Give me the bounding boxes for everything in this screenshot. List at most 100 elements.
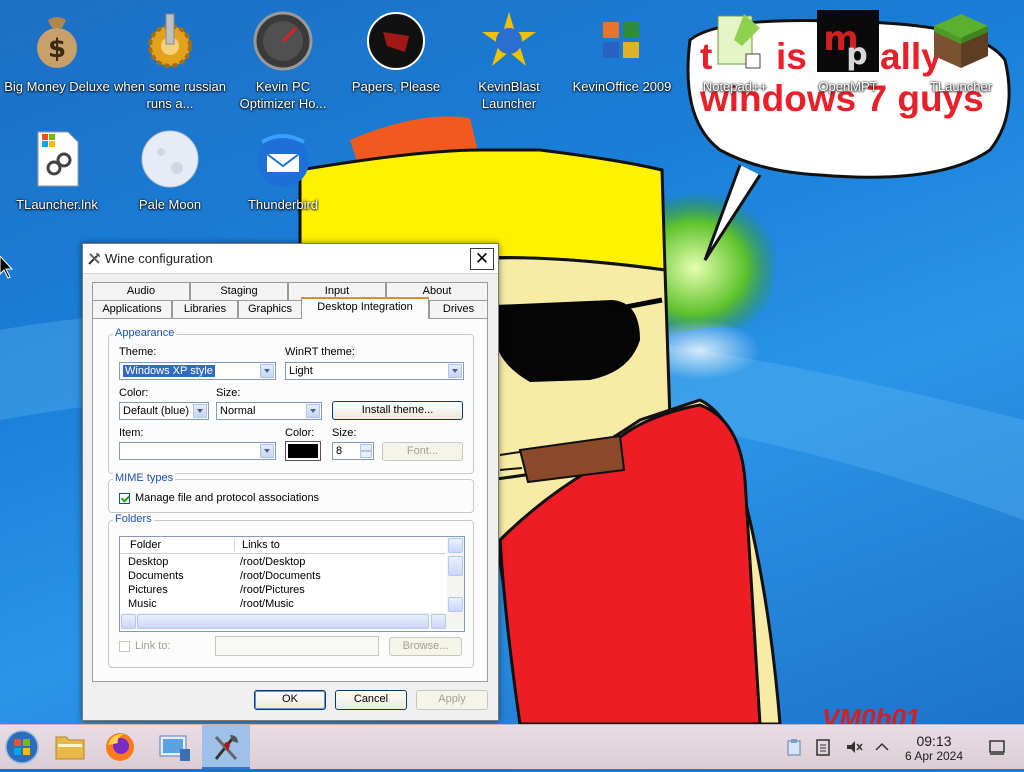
desktop-icon-thunderbird[interactable]: Thunderbird xyxy=(227,128,339,213)
column-header-folder[interactable]: Folder xyxy=(130,539,161,551)
table-row[interactable]: Desktop /root/Desktop xyxy=(120,556,446,570)
chevron-up-icon[interactable] xyxy=(873,738,891,756)
tab-audio[interactable]: Audio xyxy=(92,282,190,300)
clipboard-icon[interactable] xyxy=(785,738,803,756)
tab-drives[interactable]: Drives xyxy=(429,300,488,318)
scroll-thumb-horizontal[interactable] xyxy=(137,614,429,629)
tab-desktop-integration[interactable]: Desktop Integration xyxy=(301,297,429,319)
scroll-up-icon[interactable] xyxy=(448,538,463,553)
chevron-down-icon[interactable] xyxy=(306,404,320,418)
listview-header: Folder Links to xyxy=(120,537,446,554)
thunderbird-icon xyxy=(252,128,314,190)
link-to-checkbox[interactable] xyxy=(119,641,130,652)
desktop-icon-openmpt[interactable]: mp OpenMPT xyxy=(792,10,904,95)
show-desktop-icon[interactable] xyxy=(988,738,1006,756)
column-header-links-to[interactable]: Links to xyxy=(242,539,280,551)
desktop-icon-big-money-deluxe[interactable]: $ Big Money Deluxe xyxy=(1,10,113,95)
chevron-down-icon[interactable] xyxy=(260,444,274,458)
desktop-icon-tlauncher[interactable]: TLauncher xyxy=(905,10,1017,95)
horizontal-scrollbar[interactable] xyxy=(120,613,464,629)
chevron-down-icon[interactable] xyxy=(260,364,274,378)
close-button[interactable]: ✕ xyxy=(470,248,494,270)
openmpt-icon: mp xyxy=(817,10,879,72)
apply-button[interactable]: Apply xyxy=(416,690,488,710)
desktop-icon-russian-app[interactable]: when some russian runs a... xyxy=(114,10,226,112)
scroll-left-icon[interactable] xyxy=(121,614,136,629)
winrt-theme-value: Light xyxy=(289,365,313,377)
item-size-label: Size: xyxy=(332,427,357,439)
column-divider xyxy=(234,539,235,551)
theme-combobox[interactable]: Windows XP style xyxy=(119,362,276,380)
item-combobox[interactable] xyxy=(119,442,276,460)
desktop-icon-tlauncher-lnk[interactable]: TLauncher.lnk xyxy=(1,128,113,213)
folders-listview[interactable]: Folder Links to Desktop /root/Desktop Do… xyxy=(119,536,465,632)
tab-libraries[interactable]: Libraries xyxy=(172,300,238,318)
settings-icon xyxy=(159,735,190,761)
desktop-icon-label: Notepad++ xyxy=(702,79,768,94)
color-label: Color: xyxy=(119,387,149,399)
folders-group-title: Folders xyxy=(113,513,154,525)
desktop-icon-label: Pale Moon xyxy=(138,197,202,212)
tab-staging[interactable]: Staging xyxy=(190,282,288,300)
browse-button[interactable]: Browse... xyxy=(389,637,462,656)
link-cell: /root/Desktop xyxy=(240,556,306,568)
spin-up-icon[interactable] xyxy=(360,444,372,451)
chevron-down-icon[interactable] xyxy=(193,404,207,418)
start-button[interactable] xyxy=(0,725,44,769)
taskbar-clock[interactable]: 09:13 6 Apr 2024 xyxy=(898,733,970,763)
volume-muted-icon[interactable] xyxy=(845,738,863,756)
desktop-icon-notepadpp[interactable]: Notepad++ xyxy=(679,10,791,95)
item-color-label: Color: xyxy=(285,427,315,439)
tab-graphics[interactable]: Graphics xyxy=(238,300,302,318)
item-size-spinbox[interactable]: 8 xyxy=(332,442,374,460)
desktop-icon-kevinblast[interactable]: KevinBlast Launcher xyxy=(453,10,565,112)
desktop-icon-kevinoffice[interactable]: KevinOffice 2009 xyxy=(566,10,678,95)
desktop-icon-label: OpenMPT xyxy=(818,79,878,94)
appearance-group-title: Appearance xyxy=(113,327,177,339)
taskbar: 09:13 6 Apr 2024 xyxy=(0,724,1024,769)
vertical-scrollbar[interactable] xyxy=(447,537,464,613)
desktop-icon-label: Big Money Deluxe xyxy=(4,79,110,94)
window-titlebar[interactable]: Wine configuration ✕ xyxy=(83,244,498,274)
folder-cell: Pictures xyxy=(128,584,168,596)
size-combobox[interactable]: Normal xyxy=(216,402,322,420)
desktop-icon-label: Kevin PC Optimizer Ho... xyxy=(239,79,327,111)
item-color-button[interactable] xyxy=(285,441,321,461)
taskbar-firefox[interactable] xyxy=(98,725,142,769)
link-to-label: Link to: xyxy=(135,640,171,652)
table-row[interactable]: Music /root/Music xyxy=(120,598,446,612)
spin-down-icon[interactable] xyxy=(360,451,372,458)
scroll-right-icon[interactable] xyxy=(431,614,446,629)
manage-associations-checkbox[interactable] xyxy=(119,493,130,504)
install-theme-button[interactable]: Install theme... xyxy=(332,401,463,420)
mouse-cursor-icon xyxy=(0,256,14,279)
tab-applications[interactable]: Applications xyxy=(92,300,172,318)
speedometer-icon xyxy=(252,10,314,72)
taskbar-wine-config[interactable] xyxy=(202,725,250,769)
notes-icon[interactable] xyxy=(814,738,832,756)
folder-icon xyxy=(55,736,85,760)
table-row[interactable]: Pictures /root/Pictures xyxy=(120,584,446,598)
moon-icon xyxy=(139,128,201,190)
taskbar-system-settings[interactable] xyxy=(152,725,196,769)
table-row[interactable]: Documents /root/Documents xyxy=(120,570,446,584)
firefox-icon xyxy=(106,733,134,761)
font-button[interactable]: Font... xyxy=(382,442,463,461)
cancel-button[interactable]: Cancel xyxy=(335,690,407,710)
link-to-input[interactable] xyxy=(215,636,379,656)
scroll-down-icon[interactable] xyxy=(448,597,463,612)
item-size-value: 8 xyxy=(336,445,343,457)
desktop-icon-kevin-pc-optimizer[interactable]: Kevin PC Optimizer Ho... xyxy=(227,10,339,112)
chevron-down-icon[interactable] xyxy=(448,364,462,378)
size-label: Size: xyxy=(216,387,241,399)
desktop-icon-label: when some russian runs a... xyxy=(114,79,226,111)
windows-orb-icon xyxy=(5,730,39,764)
color-combobox[interactable]: Default (blue) xyxy=(119,402,209,420)
desktop-icon-pale-moon[interactable]: Pale Moon xyxy=(114,128,226,213)
winrt-theme-combobox[interactable]: Light xyxy=(285,362,464,380)
ok-button[interactable]: OK xyxy=(254,690,326,710)
link-cell: /root/Music xyxy=(240,598,294,610)
taskbar-file-manager[interactable] xyxy=(48,725,92,769)
desktop-icon-papers-please[interactable]: Papers, Please xyxy=(340,10,452,95)
scroll-thumb[interactable] xyxy=(448,556,463,576)
